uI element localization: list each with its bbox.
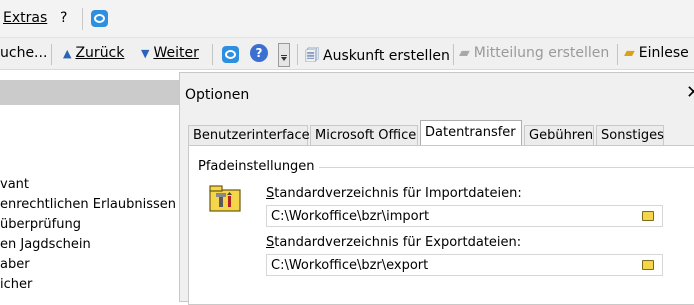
import-dir-field[interactable]: C:\Workoffice\bzr\import [266,205,663,227]
folder-open-icon: ▰ [624,45,635,61]
tab-datentransfer[interactable]: Datentransfer [420,120,522,146]
group-title: Pfadeinstellungen [198,159,319,174]
tab-page-datentransfer: Pfadeinstellungen Standardverzeichnis fü… [188,145,694,305]
list-item[interactable]: en Jagdschein [0,237,91,252]
folder-browse-icon[interactable] [642,211,654,221]
toolbar-separator [453,44,454,65]
options-dialog: Optionen ✕ Benutzerinterface Microsoft O… [179,72,694,305]
left-pane-header [0,80,181,105]
toolbar: uche... ▲ Zurück ▼ Weiter ? 🗐 Auskunft erst… [0,37,694,70]
list-item[interactable]: aber [0,257,30,272]
toolbar-overflow-button[interactable] [278,43,290,67]
message-icon: ▰ [459,45,470,61]
folder-browse-icon[interactable] [642,260,654,270]
forward-button[interactable]: ▼ Weiter [141,45,199,61]
teamviewer-icon[interactable] [91,10,108,27]
list-item[interactable]: überprüfung [0,217,81,232]
toolbar-separator [297,44,298,65]
menu-extras[interactable]: Extras [3,10,47,26]
arrow-up-icon: ▲ [63,47,72,60]
export-dir-label: Standardverzeichnis für Exportdateien: [266,235,522,250]
teamviewer-icon[interactable] [222,46,239,63]
toolbar-separator [51,44,52,65]
toolbar-separator [212,44,213,65]
menu-separator [82,8,83,30]
report-icon: 🗐 [305,48,319,64]
list-item[interactable]: enrechtlichen Erlaubnissen [0,197,176,212]
back-button[interactable]: ▲ Zurück [63,45,124,61]
import-button[interactable]: ▰ Einlese [624,45,689,61]
help-icon[interactable]: ? [250,44,268,62]
settings-folder-icon [209,185,241,212]
create-report-button[interactable]: 🗐 Auskunft erstellen [305,45,450,69]
menu-bar: Extras ? [0,0,694,37]
arrow-down-icon: ▼ [141,47,150,60]
list-item[interactable]: vant [0,177,29,192]
tab-microsoft-office[interactable]: Microsoft Office [310,125,418,145]
tab-sonstiges[interactable]: Sonstiges [596,125,664,145]
search-button[interactable]: uche... [0,45,47,61]
menu-help[interactable]: ? [60,10,67,26]
dialog-title: Optionen [185,87,250,103]
export-dir-field[interactable]: C:\Workoffice\bzr\export [266,254,663,276]
toolbar-separator [617,44,618,65]
left-pane: vant enrechtlichen Erlaubnissen überprüf… [0,70,181,293]
create-message-button[interactable]: ▰ Mitteilung erstellen [459,45,609,61]
tab-benutzerinterface[interactable]: Benutzerinterface [188,125,310,145]
import-dir-value: C:\Workoffice\bzr\import [271,209,430,224]
tab-gebuehren[interactable]: Gebühren [524,125,594,145]
list-item[interactable]: icher [0,277,32,292]
group-divider [319,167,694,168]
import-dir-label: Standardverzeichnis für Importdateien: [266,186,522,201]
close-icon[interactable]: ✕ [686,82,694,103]
export-dir-value: C:\Workoffice\bzr\export [271,258,429,273]
